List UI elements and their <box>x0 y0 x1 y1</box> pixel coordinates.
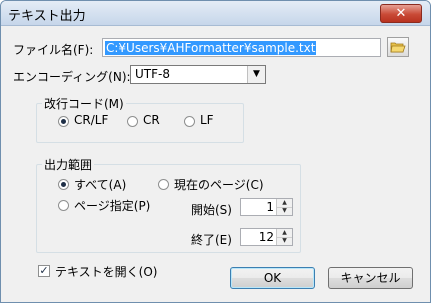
start-page-spinner[interactable]: 1 ▲ ▼ <box>240 198 293 216</box>
file-name-input[interactable]: C:¥Users¥AHFormatter¥sample.txt <box>102 38 381 57</box>
start-page-spin-buttons: ▲ ▼ <box>276 199 292 215</box>
output-range-group-title: 出力範囲 <box>42 156 95 173</box>
cancel-button[interactable]: キャンセル <box>328 267 413 289</box>
file-name-value: C:¥Users¥AHFormatter¥sample.txt <box>105 41 317 55</box>
spin-down-icon[interactable]: ▼ <box>277 237 292 245</box>
open-text-checkbox[interactable]: ✓ <box>38 265 50 277</box>
range-pages-radio[interactable] <box>58 200 69 211</box>
close-button[interactable]: ✕ <box>380 4 422 23</box>
title-bar: テキスト出力 ✕ <box>1 1 430 26</box>
open-text-label: テキストを開く(O) <box>55 265 158 279</box>
chevron-down-icon: ▼ <box>247 66 265 83</box>
range-current-label: 現在のページ(C) <box>174 178 264 192</box>
start-page-label: 開始(S) <box>191 203 232 217</box>
newline-lf-label: LF <box>200 113 214 127</box>
folder-icon <box>390 42 406 53</box>
newline-group-title: 改行コード(M) <box>42 95 126 112</box>
encoding-select[interactable]: UTF-8 ▼ <box>130 65 266 84</box>
dialog-title: テキスト出力 <box>8 9 86 24</box>
ok-button[interactable]: OK <box>230 267 315 289</box>
browse-folder-button[interactable] <box>387 37 409 57</box>
spin-down-icon[interactable]: ▼ <box>277 207 292 215</box>
newline-lf-radio[interactable] <box>184 116 195 127</box>
file-name-label: ファイル名(F): <box>13 43 94 57</box>
newline-crlf-radio[interactable] <box>58 116 69 127</box>
newline-cr-label: CR <box>143 113 160 127</box>
range-all-radio[interactable] <box>58 179 69 190</box>
close-icon: ✕ <box>395 6 407 21</box>
range-pages-label: ページ指定(P) <box>74 199 151 213</box>
text-output-dialog: テキスト出力 ✕ ファイル名(F): C:¥Users¥AHFormatter¥… <box>0 0 431 303</box>
start-page-value: 1 <box>266 200 274 214</box>
range-all-label: すべて(A) <box>74 178 127 192</box>
end-page-label: 終了(E) <box>191 233 232 247</box>
newline-crlf-label: CR/LF <box>74 113 109 127</box>
end-page-spin-buttons: ▲ ▼ <box>276 229 292 245</box>
checkmark-icon: ✓ <box>39 264 49 277</box>
encoding-label: エンコーディング(N): <box>13 70 131 84</box>
end-page-spinner[interactable]: 12 ▲ ▼ <box>240 228 293 246</box>
newline-cr-radio[interactable] <box>127 116 138 127</box>
encoding-value: UTF-8 <box>135 67 170 81</box>
range-current-radio[interactable] <box>158 179 169 190</box>
end-page-value: 12 <box>258 230 274 244</box>
